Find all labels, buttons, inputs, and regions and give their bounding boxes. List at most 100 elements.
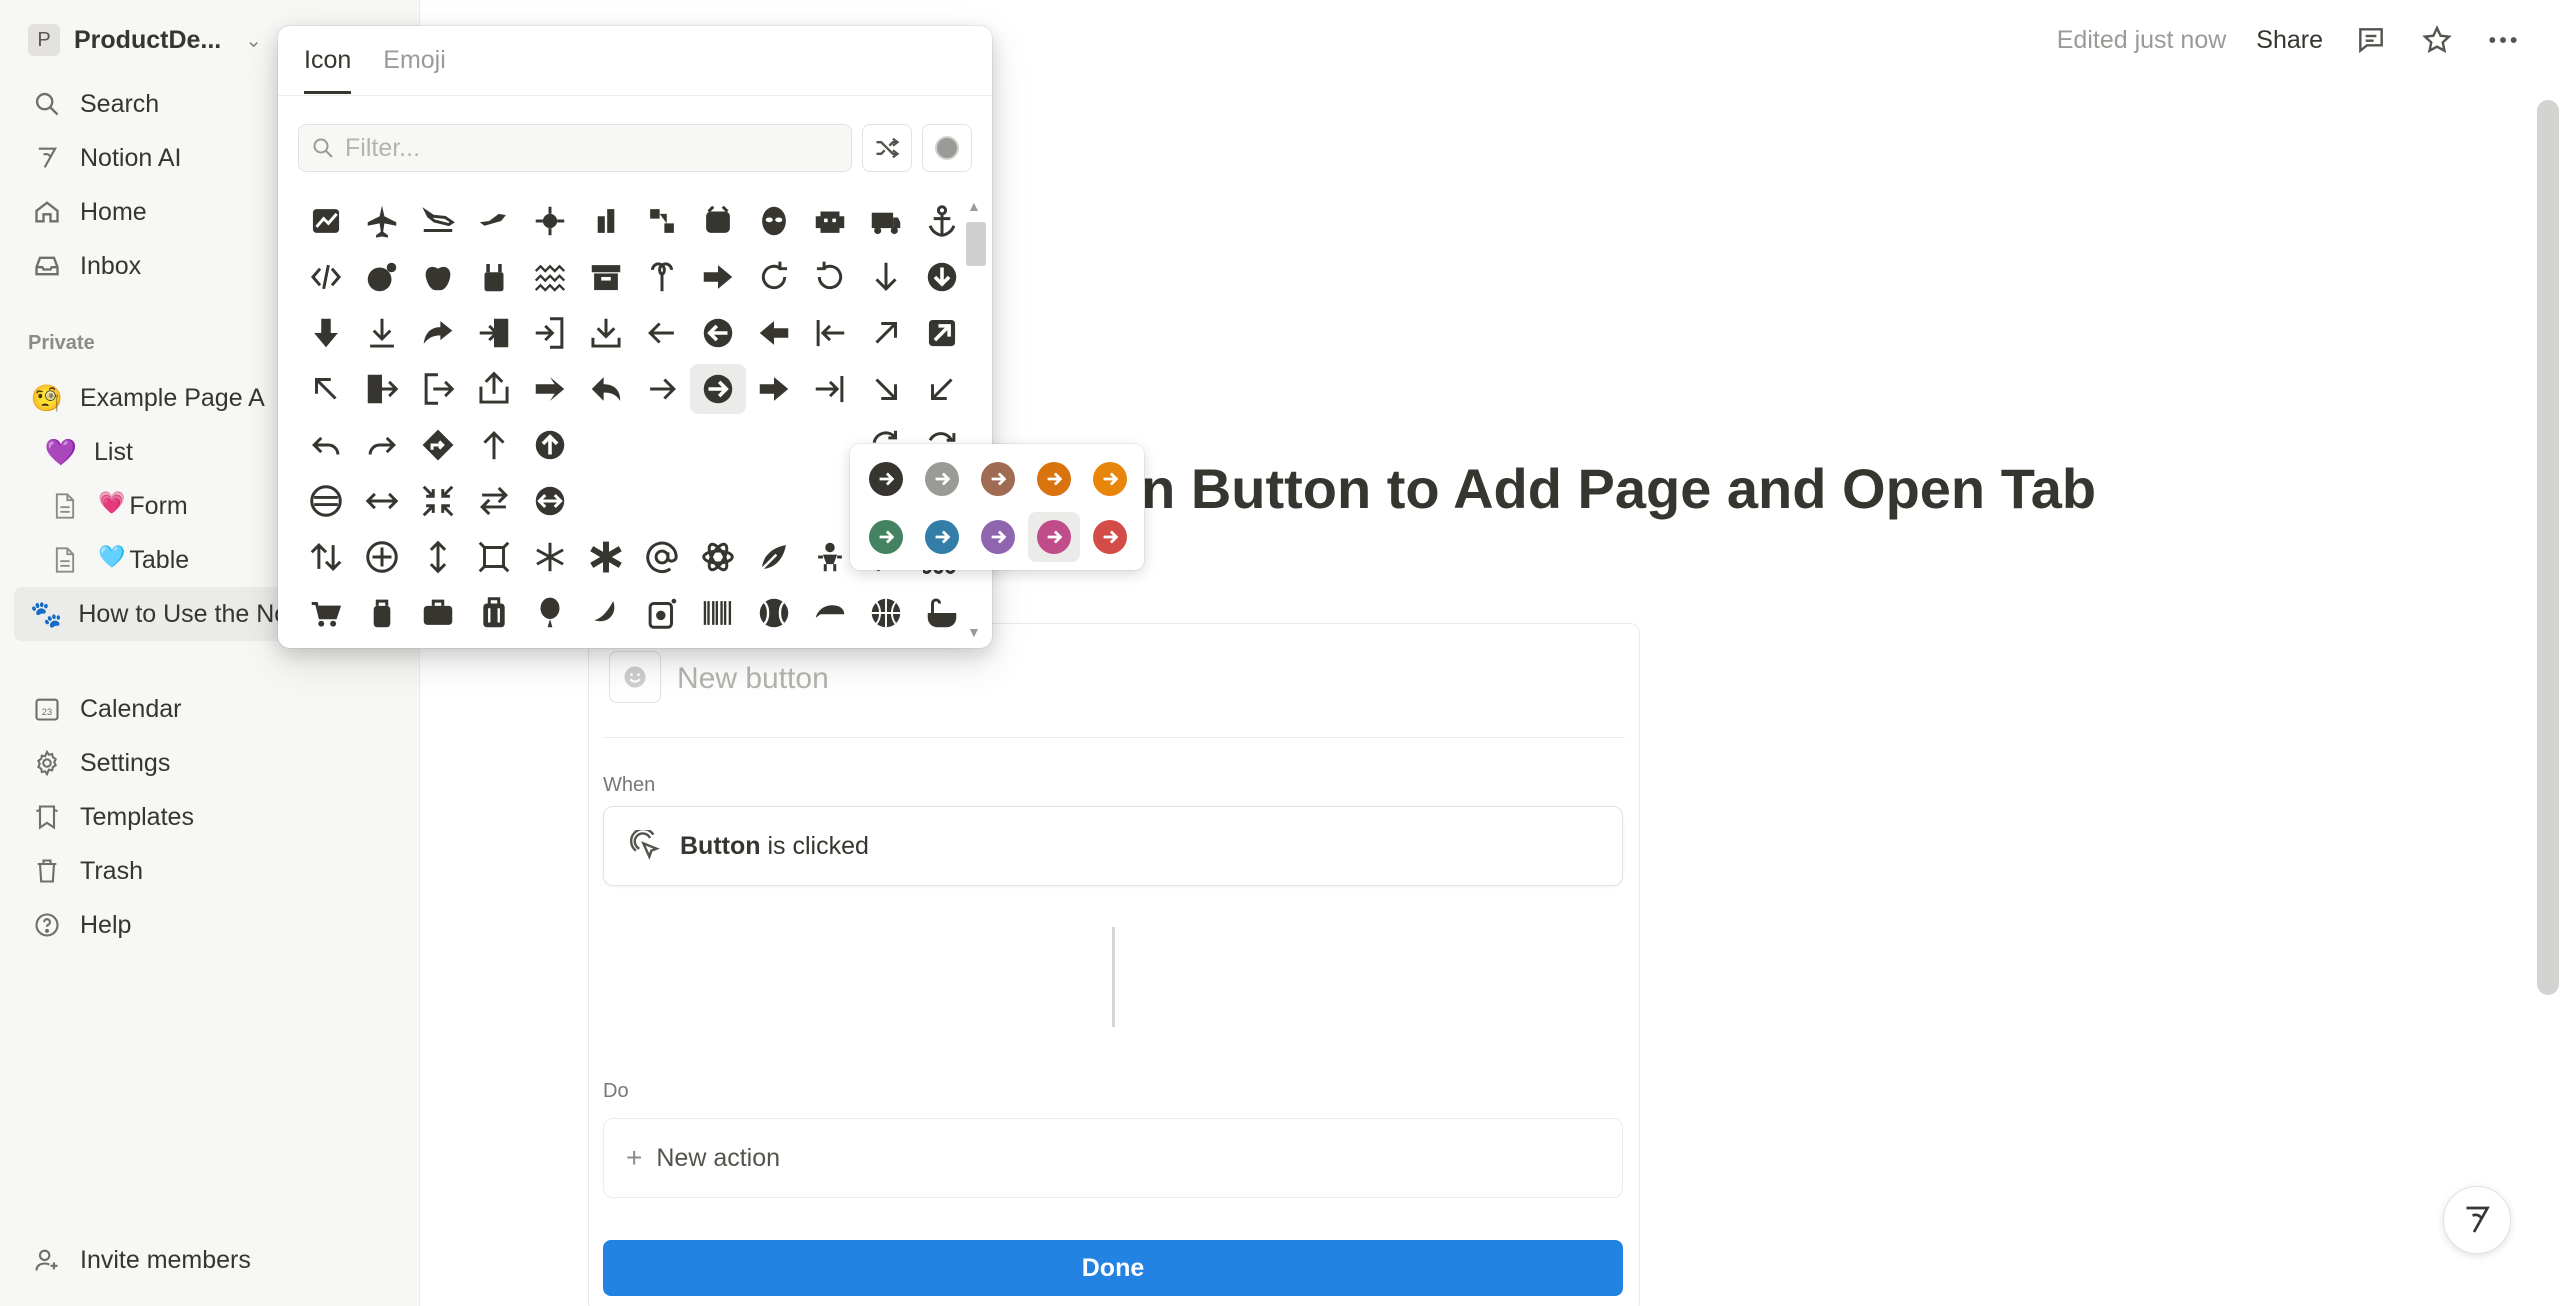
icon-option[interactable] [634,308,690,358]
icon-option[interactable] [354,364,410,414]
icon-option[interactable] [690,196,746,246]
sidebar-item-trash[interactable]: Trash [14,844,406,898]
icon-option[interactable] [466,196,522,246]
icon-option[interactable] [410,532,466,582]
button-icon-picker-trigger[interactable] [609,651,661,703]
color-variant-option[interactable] [916,454,968,504]
icon-option[interactable] [746,364,802,414]
icon-option[interactable] [298,252,354,302]
icon-option[interactable] [858,196,914,246]
filter-field[interactable] [298,124,852,172]
icon-option[interactable] [690,308,746,358]
color-variant-option[interactable] [1028,512,1080,562]
page-title[interactable]: Notion Button to Add Page and Open Tab [998,456,2096,521]
icon-option[interactable] [466,532,522,582]
icon-option[interactable] [410,252,466,302]
icon-option[interactable] [802,196,858,246]
icon-option[interactable] [522,364,578,414]
icon-option[interactable] [802,364,858,414]
icon-option[interactable] [522,420,578,470]
tab-icon[interactable]: Icon [304,46,352,94]
icon-option[interactable] [690,588,746,636]
icon-option[interactable] [634,588,690,636]
done-button[interactable]: Done [603,1240,1623,1296]
icon-option[interactable] [354,252,410,302]
share-button[interactable]: Share [2256,26,2323,55]
icon-option[interactable] [410,476,466,526]
tab-emoji[interactable]: Emoji [383,46,446,94]
scroll-up-arrow[interactable]: ▲ [967,198,981,214]
icon-option[interactable] [578,196,634,246]
icon-option[interactable] [410,588,466,636]
icon-option[interactable] [914,588,958,636]
icon-option[interactable] [354,420,410,470]
icon-option[interactable] [298,476,354,526]
icon-option[interactable] [410,420,466,470]
color-variant-option[interactable] [1028,454,1080,504]
icon-option[interactable] [746,532,802,582]
icon-option[interactable] [746,196,802,246]
icon-option[interactable] [354,196,410,246]
button-name-input[interactable]: New button [677,662,829,696]
icon-option[interactable] [410,364,466,414]
icon-option[interactable] [298,308,354,358]
icon-option[interactable] [914,196,958,246]
icon-option[interactable] [522,196,578,246]
icon-option[interactable] [522,252,578,302]
icon-option[interactable] [298,196,354,246]
icon-option[interactable] [858,252,914,302]
icon-option[interactable] [578,364,634,414]
comment-icon[interactable] [2353,22,2389,58]
icon-option[interactable] [858,364,914,414]
icon-option[interactable] [522,476,578,526]
sidebar-item-calendar[interactable]: 23 Calendar [14,682,406,736]
icon-option[interactable] [578,532,634,582]
icon-option[interactable] [858,308,914,358]
icon-option[interactable] [354,588,410,636]
sidebar-item-help[interactable]: Help [14,898,406,952]
icon-option[interactable] [634,252,690,302]
icon-option[interactable] [746,588,802,636]
icon-option[interactable] [466,476,522,526]
color-variant-option[interactable] [972,454,1024,504]
notion-ai-float-button[interactable] [2443,1186,2511,1254]
invite-members-button[interactable]: Invite members [14,1233,406,1287]
filter-input[interactable] [345,133,815,163]
icon-option[interactable] [298,420,354,470]
icon-option[interactable] [522,588,578,636]
workspace-switcher[interactable]: P ProductDe... ⌄ [28,20,262,60]
icon-option[interactable] [298,588,354,636]
icon-option[interactable] [466,252,522,302]
icon-option[interactable] [466,308,522,358]
color-variant-option[interactable] [972,512,1024,562]
icon-option[interactable] [354,532,410,582]
icon-option[interactable] [410,308,466,358]
icon-option[interactable] [690,364,746,414]
icon-option[interactable] [578,252,634,302]
star-icon[interactable] [2419,22,2455,58]
icon-option[interactable] [410,196,466,246]
icon-option[interactable] [634,532,690,582]
color-variant-option[interactable] [860,454,912,504]
icon-option[interactable] [802,588,858,636]
icon-option[interactable] [466,420,522,470]
color-variant-option[interactable] [916,512,968,562]
icon-option[interactable] [466,364,522,414]
icon-option[interactable] [802,308,858,358]
page-scrollbar[interactable] [2537,100,2559,995]
sidebar-item-settings[interactable]: Settings [14,736,406,790]
icon-option[interactable] [634,196,690,246]
icon-option[interactable] [914,308,958,358]
icon-option[interactable] [802,252,858,302]
icon-option[interactable] [466,588,522,636]
color-variant-option[interactable] [1084,512,1136,562]
icon-option[interactable] [746,252,802,302]
icon-option[interactable] [746,308,802,358]
icon-option[interactable] [298,532,354,582]
icon-option[interactable] [858,588,914,636]
picker-scrollbar[interactable] [966,222,986,266]
icon-option[interactable] [354,476,410,526]
sidebar-item-templates[interactable]: Templates [14,790,406,844]
icon-option[interactable] [354,308,410,358]
icon-option[interactable] [914,252,958,302]
